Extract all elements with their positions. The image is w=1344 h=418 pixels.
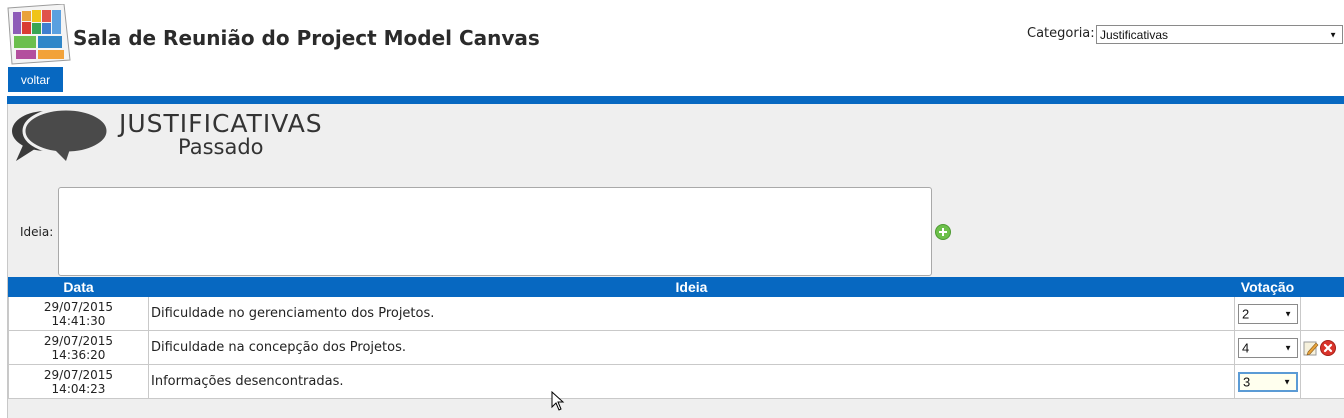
delete-icon[interactable] [1320,340,1336,356]
table-row: 29/07/2015 14:04:23 Informações desencon… [8,364,1344,399]
add-icon[interactable] [935,224,951,240]
row-time: 14:36:20 [51,347,106,362]
idea-textarea[interactable] [58,187,932,276]
row-date: 29/07/2015 [43,299,114,314]
row-time: 14:41:30 [51,313,106,328]
row-date: 29/07/2015 [43,367,114,382]
vote-select-value: 4 [1242,340,1250,356]
row-time: 14:04:23 [51,381,106,396]
actions-cell [1300,330,1344,365]
actions-cell [1300,364,1344,399]
vote-select[interactable]: 2 ▼ [1238,304,1298,324]
back-button[interactable]: voltar [8,67,63,92]
vote-select-value: 2 [1242,306,1250,322]
vote-select[interactable]: 3 ▼ [1238,372,1298,392]
idea-cell: Dificuldade na concepção dos Projetos. [148,330,1235,365]
chevron-down-icon: ▼ [1284,309,1292,319]
section-title: JUSTIFICATIVAS [119,109,323,138]
actions-cell [1300,296,1344,331]
app-logo [7,4,71,65]
vote-select-value: 3 [1243,374,1251,390]
idea-field-label: Ideia: [20,225,54,239]
row-date: 29/07/2015 [43,333,114,348]
category-select-value: Justificativas [1100,27,1169,42]
vote-cell: 4 ▼ [1234,330,1301,365]
page-title: Sala de Reunião do Project Model Canvas [73,26,540,50]
column-header-date: Data [8,277,149,297]
chevron-down-icon: ▼ [1283,377,1291,387]
table-header-row: Data Ideia Votação [8,277,1344,297]
edit-icon[interactable] [1303,340,1319,356]
table-row: 29/07/2015 14:41:30 Dificuldade no geren… [8,296,1344,331]
column-header-actions [1300,277,1344,297]
date-cell: 29/07/2015 14:04:23 [8,364,149,399]
idea-cell: Informações desencontradas. [148,364,1235,399]
date-cell: 29/07/2015 14:36:20 [8,330,149,365]
category-panel: JUSTIFICATIVAS Passado Ideia: Data Ideia… [7,104,1344,418]
chevron-down-icon: ▼ [1329,30,1337,39]
category-label: Categoria: [1027,26,1095,41]
column-header-idea: Ideia [148,277,1235,297]
speech-bubbles-icon [12,107,110,161]
date-cell: 29/07/2015 14:41:30 [8,296,149,331]
table-row: 29/07/2015 14:36:20 Dificuldade na conce… [8,330,1344,365]
chevron-down-icon: ▼ [1284,343,1292,353]
column-header-vote: Votação [1234,277,1301,297]
mouse-pointer-icon [551,391,565,411]
vote-cell: 3 ▼ [1234,364,1301,399]
ideas-table: Data Ideia Votação 29/07/2015 14:41:30 D… [8,277,1344,399]
idea-cell: Dificuldade no gerenciamento dos Projeto… [148,296,1235,331]
vote-cell: 2 ▼ [1234,296,1301,331]
category-select[interactable]: Justificativas ▼ [1096,25,1343,44]
section-subtitle: Passado [178,135,264,159]
vote-select[interactable]: 4 ▼ [1238,338,1298,358]
header-divider-bar [7,96,1344,104]
